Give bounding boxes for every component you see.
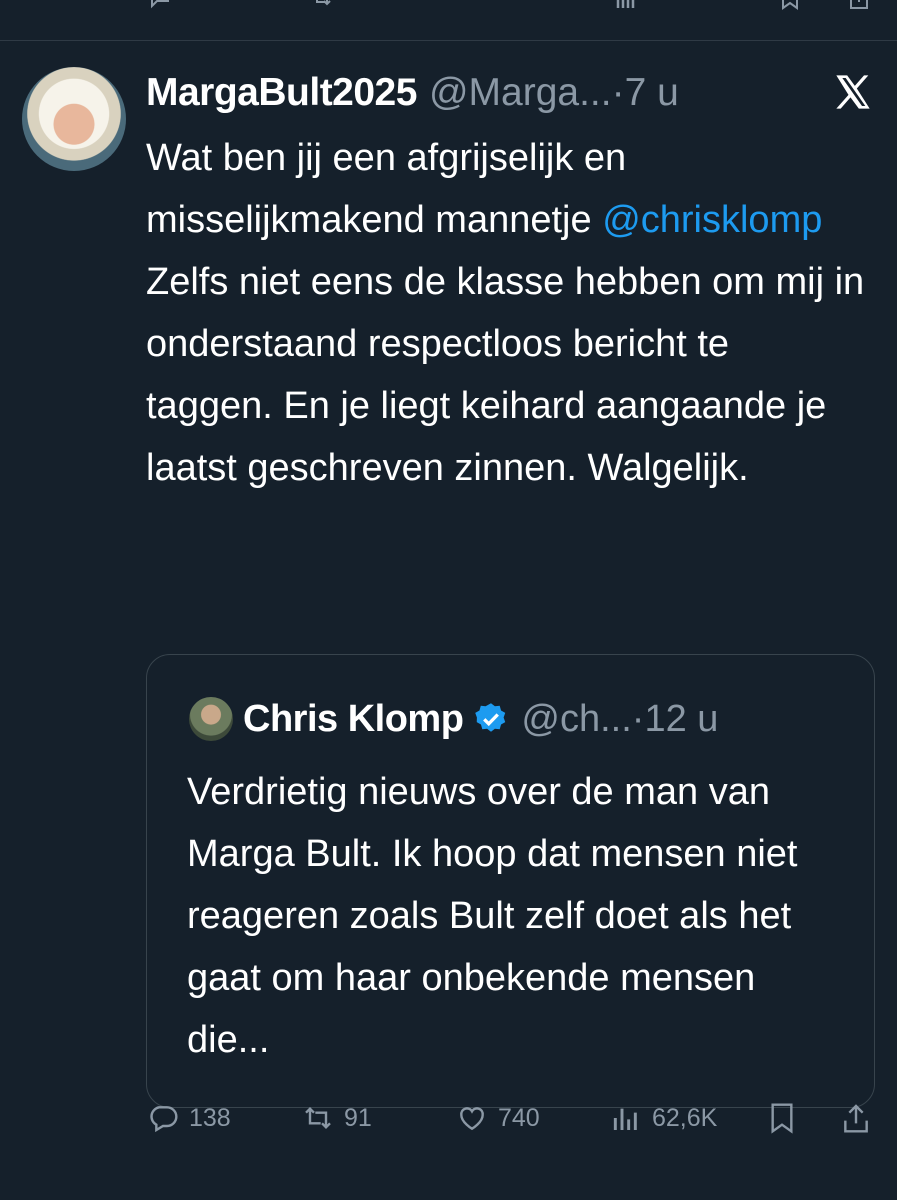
quoted-handle-text: @ch... [521,697,632,740]
like-button[interactable]: 740 [456,1098,540,1138]
bookmark-icon [771,1103,793,1134]
quoted-display-name[interactable]: Chris Klomp [243,698,464,741]
reply-count: 138 [189,1103,231,1132]
retweet-icon[interactable] [305,0,339,10]
handle-text: @Marga... [428,71,612,114]
reply-icon[interactable] [147,0,173,10]
retweet-button[interactable]: 91 [302,1098,372,1138]
quoted-tweet[interactable]: Chris Klomp @ch...·12 u Verdrietig nieuw… [146,654,875,1108]
user-handle[interactable]: @Marga...·7 u [429,71,679,115]
quoted-header: Chris Klomp @ch...·12 u [243,693,718,745]
reply-button[interactable]: 138 [147,1098,231,1138]
bookmark-button[interactable] [766,1098,798,1138]
quoted-avatar[interactable] [189,697,233,741]
views-button[interactable]: 62,6K [610,1098,717,1138]
display-name[interactable]: MargaBult2025 [146,71,417,115]
tweet-header: MargaBult2025 @Marga...·7 u [146,67,679,119]
quoted-timestamp[interactable]: ·12 u [632,698,719,740]
quoted-handle[interactable]: @ch...·12 u [521,698,718,741]
retweet-count: 91 [344,1103,372,1132]
quoted-text: Verdrietig nieuws over de man van Marga … [187,771,798,1061]
reply-icon [150,1106,178,1133]
tweet-text: Wat ben jij een afgrijselijk en misselij… [146,127,866,499]
views-icon [613,1108,637,1130]
x-logo-icon [836,75,870,109]
tweet-text-part: Zelfs niet eens de klasse hebben om mij … [146,261,865,489]
verified-badge-icon [475,703,506,732]
views-icon[interactable] [612,0,640,10]
like-icon [460,1107,484,1131]
share-button[interactable] [840,1098,872,1138]
share-icon[interactable] [846,0,872,10]
bookmark-icon[interactable] [778,0,802,10]
views-count: 62,6K [652,1103,718,1132]
previous-tweet-actions [0,0,897,41]
mention-link[interactable]: @chrisklomp [602,199,822,241]
share-icon [844,1104,868,1133]
retweet-icon [305,1106,331,1130]
timestamp[interactable]: ·7 u [612,71,679,114]
like-count: 740 [498,1103,540,1132]
action-bar: 138 91 740 62,6K [0,1098,897,1138]
avatar[interactable] [22,67,126,171]
tweet-text-part: Wat ben jij een afgrijselijk en misselij… [146,137,627,241]
